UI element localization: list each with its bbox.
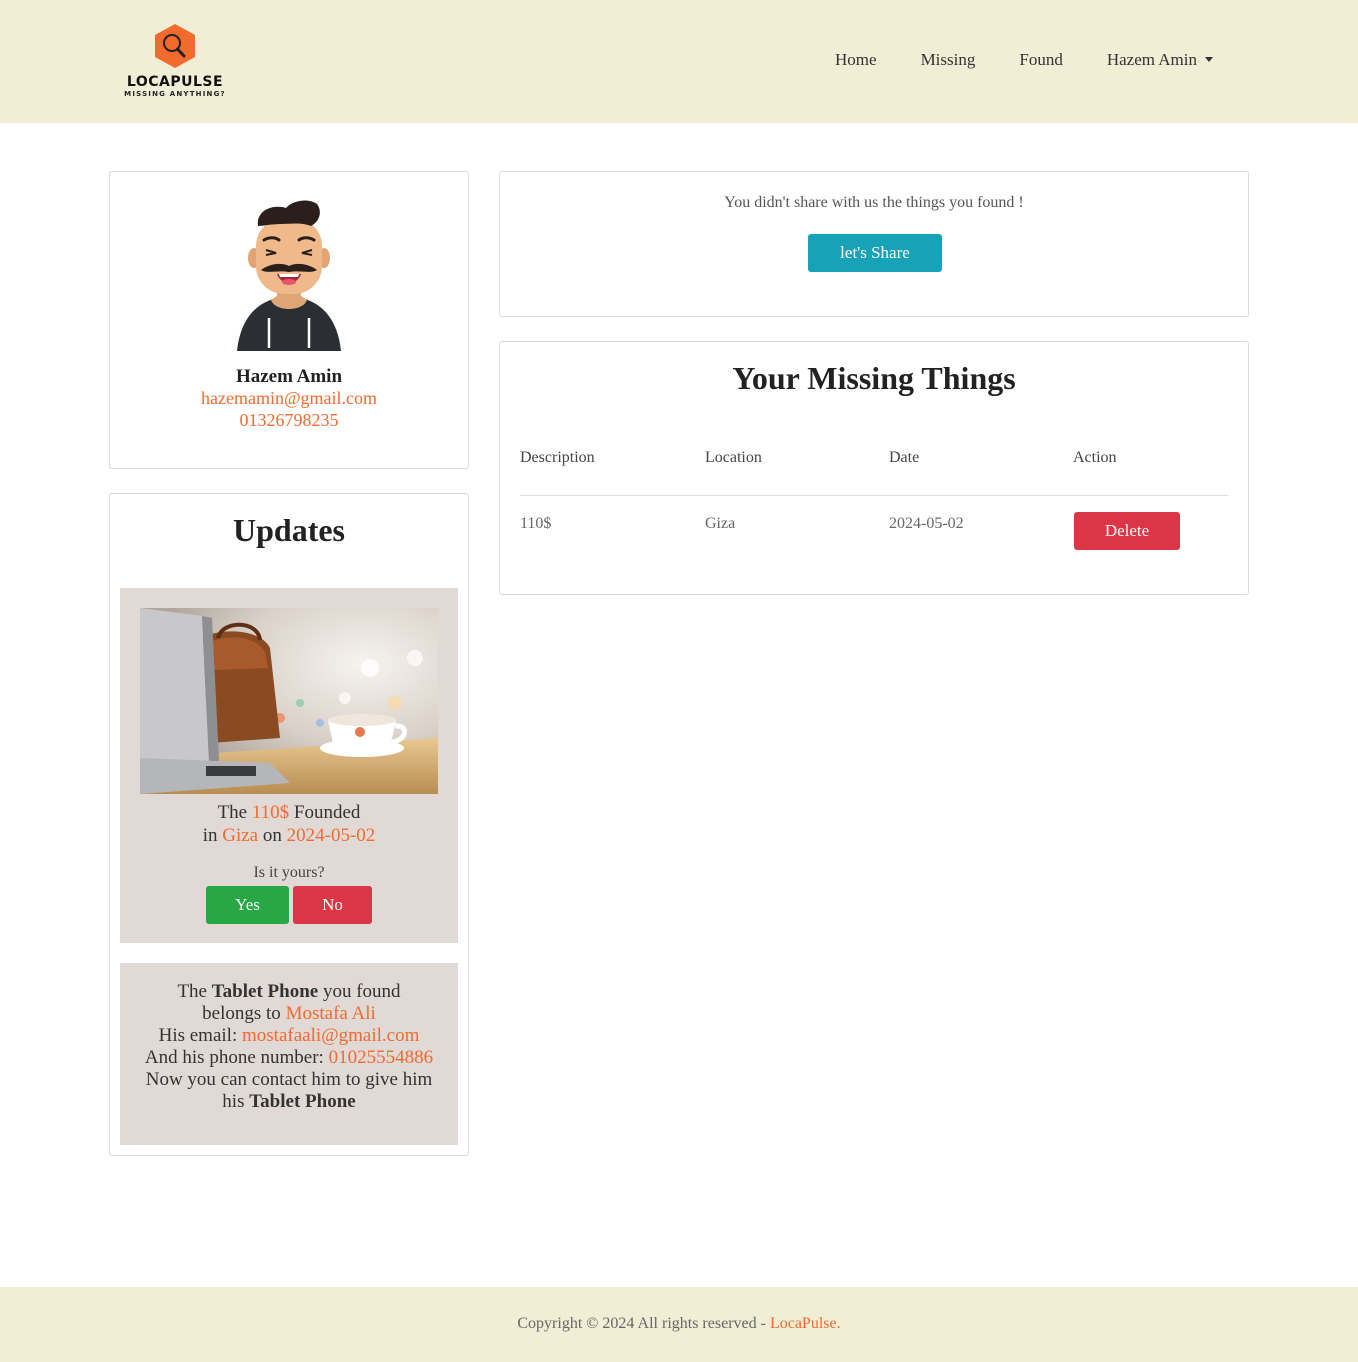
profile-card: Hazem Amin hazemamin@gmail.com 013267982… [109, 171, 469, 469]
user-name: Hazem Amin [1106, 50, 1197, 69]
profile-email: hazemamin@gmail.com [200, 388, 378, 408]
missing-things-title: Your Missing Things [732, 360, 1016, 396]
found-item-line-1: The 110$ Founded [120, 802, 458, 824]
notice-line-1: The Tablet Phone you found [120, 981, 458, 1003]
notice-line-2: belongs to Mostafa Ali [120, 1003, 458, 1025]
hexagon-search-icon [155, 24, 195, 68]
notice-item: Tablet Phone [211, 981, 319, 1002]
found-item-date: 2024-05-02 [286, 825, 376, 846]
nav-links: Home Missing Found Hazem Amin [791, 50, 1213, 70]
text-the: The [177, 981, 207, 1002]
logo-title: LOCAPULSE [126, 74, 224, 90]
nav-link-found[interactable]: Found [1019, 50, 1062, 70]
nav-link-home[interactable]: Home [835, 50, 877, 70]
header-date: Date [889, 449, 920, 466]
text-belongs-to: belongs to [202, 1003, 281, 1024]
text-his: his [222, 1091, 245, 1112]
share-message: You didn't share with us the things you … [724, 194, 1024, 211]
missing-things-card: Your Missing Things Description Location… [499, 341, 1249, 595]
caret-down-icon [1205, 56, 1213, 62]
found-item-line-2: in Giza on 2024-05-02 [120, 825, 458, 847]
text-founded: Founded [293, 802, 361, 823]
found-item-name: 110$ [251, 802, 290, 823]
notice-item-end: Tablet Phone [249, 1091, 356, 1112]
is-it-yours-question: Is it yours? [253, 864, 325, 881]
owner-name: Mostafa Ali [285, 1003, 376, 1024]
owner-notice-update: The Tablet Phone you found belongs to Mo… [120, 963, 458, 1145]
text-on: on [262, 825, 282, 846]
footer-text: Copyright © 2024 All rights reserved - L… [0, 1315, 1358, 1333]
updates-title: Updates [232, 512, 345, 548]
no-button[interactable]: No [293, 886, 372, 924]
updates-card: Updates The 110$ Founded in Giza on 2024… [109, 493, 469, 1156]
logo-subtitle: MISSING ANYTHING? [124, 90, 226, 98]
copyright-text: Copyright © 2024 All rights reserved - [517, 1315, 770, 1332]
phone-label: And his phone number: [144, 1047, 324, 1068]
yes-button[interactable]: Yes [206, 886, 289, 924]
found-item-location: Giza [222, 825, 259, 846]
table-divider [520, 495, 1228, 496]
owner-email[interactable]: mostafaali@gmail.com [242, 1025, 419, 1046]
profile-phone: 01326798235 [239, 410, 339, 430]
owner-phone[interactable]: 01025554886 [329, 1047, 434, 1068]
text-the: The [217, 802, 248, 823]
nav-link-missing[interactable]: Missing [921, 50, 976, 70]
profile-name: Hazem Amin [235, 366, 343, 387]
logo[interactable]: LOCAPULSE MISSING ANYTHING? [120, 22, 230, 104]
notice-line-6: his Tablet Phone [120, 1091, 458, 1113]
navbar: LOCAPULSE MISSING ANYTHING? Home Missing… [0, 0, 1358, 123]
footer: Copyright © 2024 All rights reserved - L… [0, 1287, 1358, 1362]
text-you-found: you found [322, 981, 401, 1002]
cell-location: Giza [705, 515, 736, 532]
footer-brand-link[interactable]: LocaPulse. [770, 1315, 841, 1332]
cell-date: 2024-05-02 [889, 515, 964, 532]
notice-line-4: And his phone number: 01025554886 [120, 1047, 458, 1069]
share-button[interactable]: let's Share [808, 234, 942, 272]
cell-description: 110$ [520, 515, 552, 532]
avatar [237, 200, 341, 351]
header-description: Description [520, 449, 595, 466]
text-in: in [202, 825, 218, 846]
notice-line-5: Now you can contact him to give him [145, 1069, 433, 1090]
email-label: His email: [158, 1025, 238, 1046]
found-item-update: The 110$ Founded in Giza on 2024-05-02 I… [120, 588, 458, 943]
header-action: Action [1073, 449, 1117, 466]
user-dropdown[interactable]: Hazem Amin [1107, 50, 1213, 70]
delete-button[interactable]: Delete [1074, 512, 1180, 550]
header-location: Location [705, 449, 762, 466]
share-card: You didn't share with us the things you … [499, 171, 1249, 317]
notice-line-3: His email: mostafaali@gmail.com [120, 1025, 458, 1047]
item-photo [140, 608, 438, 794]
